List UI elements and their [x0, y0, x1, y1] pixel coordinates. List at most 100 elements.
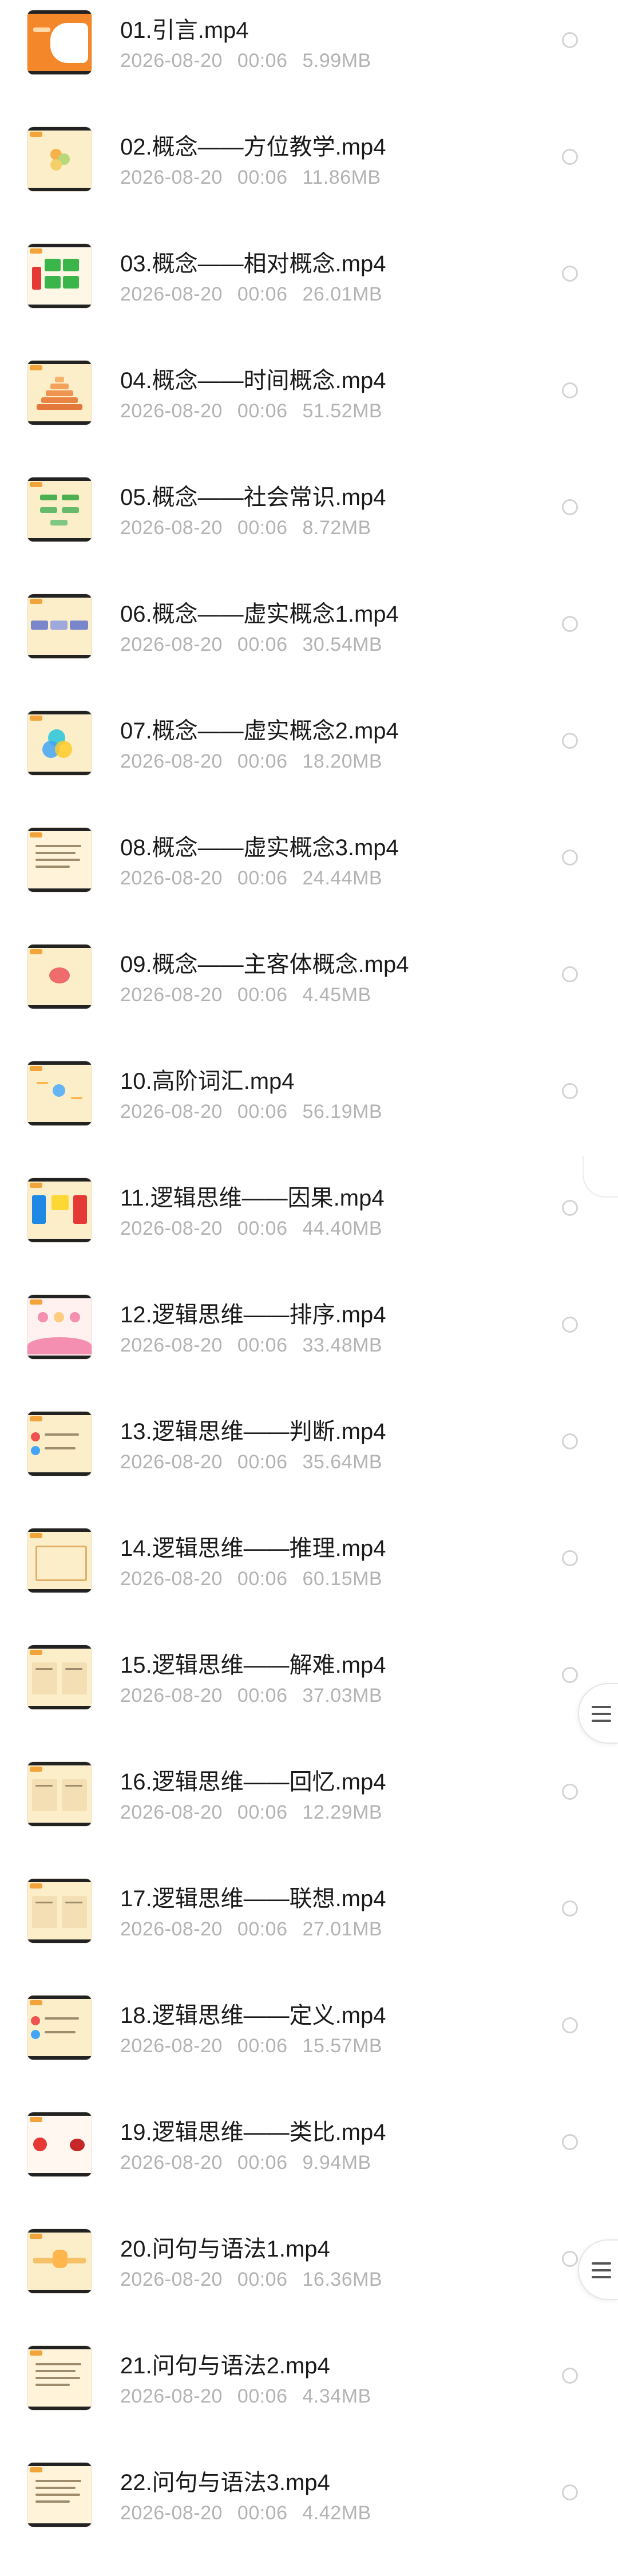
file-row[interactable]: 08.概念——虚实概念3.mp4 2026-08-20 00:06 24.44MB [0, 817, 618, 934]
file-row[interactable]: 16.逻辑思维——回忆.mp4 2026-08-20 00:06 12.29MB [0, 1752, 618, 1868]
file-date: 2026-08-20 [120, 50, 223, 72]
file-row[interactable]: 18.逻辑思维——定义.mp4 2026-08-20 00:06 15.57MB [0, 1985, 618, 2102]
file-size: 35.64MB [302, 1451, 383, 1473]
radio-circle-icon[interactable] [562, 1317, 578, 1333]
file-row[interactable]: 03.概念——相对概念.mp4 2026-08-20 00:06 26.01MB [0, 234, 618, 350]
video-thumbnail [27, 1178, 92, 1242]
video-thumbnail [27, 711, 92, 775]
file-date: 2026-08-20 [120, 1685, 223, 1706]
radio-circle-icon[interactable] [562, 2017, 578, 2033]
radio-circle-icon[interactable] [562, 850, 578, 866]
file-row[interactable]: 06.概念——虚实概念1.mp4 2026-08-20 00:06 30.54MB [0, 584, 618, 701]
file-name: 03.概念——相对概念.mp4 [120, 251, 386, 276]
file-name: 06.概念——虚实概念1.mp4 [120, 602, 399, 627]
file-name: 02.概念——方位教学.mp4 [120, 135, 386, 160]
file-time: 00:06 [237, 1568, 288, 1590]
radio-circle-icon[interactable] [562, 1901, 578, 1917]
file-time: 00:06 [237, 400, 288, 422]
file-size: 4.45MB [302, 984, 371, 1006]
file-time: 00:06 [237, 517, 288, 539]
video-thumbnail [27, 1061, 92, 1125]
video-thumbnail [27, 1645, 92, 1709]
file-meta: 2026-08-20 00:06 37.03MB [120, 1685, 382, 1707]
file-date: 2026-08-20 [120, 2269, 223, 2290]
file-meta: 2026-08-20 00:06 12.29MB [120, 1801, 382, 1824]
file-row[interactable]: 17.逻辑思维——联想.mp4 2026-08-20 00:06 27.01MB [0, 1868, 618, 1985]
file-size: 15.57MB [302, 2035, 383, 2057]
file-row[interactable]: 13.逻辑思维——判断.mp4 2026-08-20 00:06 35.64MB [0, 1401, 618, 1518]
video-thumbnail [27, 1528, 92, 1593]
file-row[interactable]: 10.高阶词汇.mp4 2026-08-20 00:06 56.19MB [0, 1051, 618, 1168]
file-meta: 2026-08-20 00:06 4.34MB [120, 2385, 371, 2408]
radio-circle-icon[interactable] [562, 966, 578, 982]
radio-circle-icon[interactable] [562, 2368, 578, 2384]
file-meta: 2026-08-20 00:06 51.52MB [120, 400, 382, 422]
file-date: 2026-08-20 [120, 1101, 223, 1123]
radio-circle-icon[interactable] [562, 1550, 578, 1566]
file-meta: 2026-08-20 00:06 8.72MB [120, 517, 371, 539]
file-row[interactable]: 07.概念——虚实概念2.mp4 2026-08-20 00:06 18.20MB [0, 701, 618, 817]
file-size: 8.72MB [302, 517, 371, 539]
file-date: 2026-08-20 [120, 984, 223, 1006]
radio-circle-icon[interactable] [562, 2251, 578, 2267]
file-row[interactable]: 21.问句与语法2.mp4 2026-08-20 00:06 4.34MB [0, 2336, 618, 2452]
radio-circle-icon[interactable] [562, 616, 578, 632]
file-time: 00:06 [237, 167, 288, 188]
file-row[interactable]: 01.引言.mp4 2026-08-20 00:06 5.99MB [0, 0, 618, 117]
file-time: 00:06 [237, 2502, 288, 2524]
file-row[interactable]: 19.逻辑思维——类比.mp4 2026-08-20 00:06 9.94MB [0, 2102, 618, 2219]
file-row[interactable]: 04.概念——时间概念.mp4 2026-08-20 00:06 51.52MB [0, 350, 618, 467]
radio-circle-icon[interactable] [562, 32, 578, 48]
file-size: 56.19MB [302, 1101, 383, 1123]
radio-circle-icon[interactable] [562, 733, 578, 749]
file-time: 00:06 [237, 1218, 288, 1239]
file-row[interactable]: 14.逻辑思维——推理.mp4 2026-08-20 00:06 60.15MB [0, 1518, 618, 1635]
file-date: 2026-08-20 [120, 1918, 223, 1940]
file-row[interactable]: 20.问句与语法1.mp4 2026-08-20 00:06 16.36MB [0, 2219, 618, 2336]
video-thumbnail [27, 945, 92, 1009]
file-time: 00:06 [237, 1685, 288, 1706]
file-name: 22.问句与语法3.mp4 [120, 2470, 330, 2495]
radio-circle-icon[interactable] [562, 1667, 578, 1683]
radio-circle-icon[interactable] [562, 1200, 578, 1216]
file-date: 2026-08-20 [120, 400, 223, 422]
hamburger-icon [592, 1706, 611, 1726]
file-size: 18.20MB [302, 750, 383, 772]
file-size: 51.52MB [302, 400, 383, 422]
file-date: 2026-08-20 [120, 1801, 223, 1823]
file-date: 2026-08-20 [120, 2385, 223, 2407]
file-row[interactable]: 02.概念——方位教学.mp4 2026-08-20 00:06 11.86MB [0, 117, 618, 234]
file-row[interactable]: 12.逻辑思维——排序.mp4 2026-08-20 00:06 33.48MB [0, 1285, 618, 1401]
file-meta: 2026-08-20 00:06 9.94MB [120, 2152, 371, 2174]
file-meta: 2026-08-20 00:06 24.44MB [120, 867, 382, 890]
file-row[interactable]: 11.逻辑思维——因果.mp4 2026-08-20 00:06 44.40MB [0, 1168, 618, 1285]
file-row[interactable]: 05.概念——社会常识.mp4 2026-08-20 00:06 8.72MB [0, 467, 618, 584]
file-name: 12.逻辑思维——排序.mp4 [120, 1302, 386, 1327]
video-thumbnail [27, 1762, 92, 1826]
file-time: 00:06 [237, 1451, 288, 1473]
file-name: 21.问句与语法2.mp4 [120, 2353, 330, 2379]
radio-circle-icon[interactable] [562, 149, 578, 165]
file-row[interactable]: 09.概念——主客体概念.mp4 2026-08-20 00:06 4.45MB [0, 934, 618, 1051]
video-thumbnail [27, 127, 92, 191]
file-row[interactable]: 22.问句与语法3.mp4 2026-08-20 00:06 4.42MB [0, 2452, 618, 2569]
radio-circle-icon[interactable] [562, 266, 578, 282]
file-date: 2026-08-20 [120, 634, 223, 655]
file-date: 2026-08-20 [120, 2152, 223, 2174]
video-thumbnail [27, 1879, 92, 1943]
file-name: 18.逻辑思维——定义.mp4 [120, 2003, 386, 2028]
radio-circle-icon[interactable] [562, 499, 578, 515]
file-name: 14.逻辑思维——推理.mp4 [120, 1536, 386, 1561]
radio-circle-icon[interactable] [562, 1433, 578, 1449]
radio-circle-icon[interactable] [562, 2484, 578, 2500]
radio-circle-icon[interactable] [562, 2134, 578, 2150]
radio-circle-icon[interactable] [562, 1083, 578, 1099]
file-name: 11.逻辑思维——因果.mp4 [120, 1186, 385, 1211]
radio-circle-icon[interactable] [562, 1784, 578, 1800]
file-name: 05.概念——社会常识.mp4 [120, 485, 386, 510]
radio-circle-icon[interactable] [562, 382, 578, 398]
file-meta: 2026-08-20 00:06 35.64MB [120, 1451, 382, 1473]
video-thumbnail [27, 1295, 92, 1359]
file-row[interactable]: 15.逻辑思维——解难.mp4 2026-08-20 00:06 37.03MB [0, 1635, 618, 1752]
video-thumbnail [27, 594, 92, 658]
